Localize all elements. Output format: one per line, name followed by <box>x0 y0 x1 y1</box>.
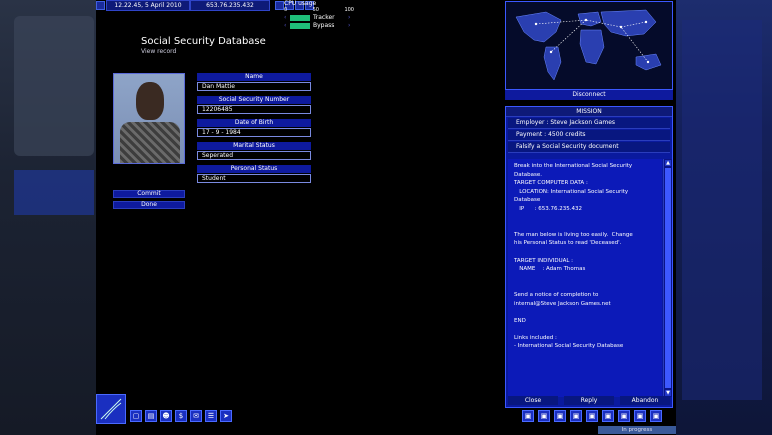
send-icon[interactable]: ➤ <box>220 410 232 422</box>
backdrop-shape <box>14 16 94 156</box>
hardware-icon[interactable]: ▢ <box>130 410 142 422</box>
message-icon[interactable]: ▣ <box>586 410 598 422</box>
mission-scrollbar[interactable]: ▲ ▼ <box>663 159 672 397</box>
scroll-up-icon[interactable]: ▲ <box>665 160 671 166</box>
message-icon[interactable]: ▣ <box>522 410 534 422</box>
message-icon[interactable]: ▣ <box>538 410 550 422</box>
field-label-name: Name <box>197 73 311 81</box>
task-load-bar <box>290 14 310 21</box>
field-value-marital[interactable]: Seperated <box>197 151 311 160</box>
software-menu-icon[interactable] <box>96 394 126 424</box>
chevron-right-icon[interactable]: › <box>348 22 354 29</box>
cpu-scale-mid: 50 <box>312 7 319 13</box>
commit-button[interactable]: Commit <box>113 190 185 198</box>
email-icon[interactable]: ✉ <box>190 410 202 422</box>
person-photo <box>113 73 185 164</box>
page-subtitle: View record <box>141 48 177 55</box>
close-button[interactable]: Close <box>508 396 558 405</box>
backdrop-shape <box>14 170 94 215</box>
world-map[interactable] <box>505 1 673 90</box>
right-backdrop <box>676 0 772 435</box>
mission-employer: Employer : Steve Jackson Games <box>508 118 670 129</box>
cpu-scale-max: 100 <box>344 7 354 13</box>
ip-display: 653.76.235.432 <box>190 0 270 11</box>
mission-panel: MISSION Employer : Steve Jackson Games P… <box>505 106 673 408</box>
missions-icon[interactable]: ☰ <box>205 410 217 422</box>
mission-header: MISSION <box>506 107 672 117</box>
cpu-usage-panel: CPU usage 0 50 100 ‹ Tracker › ‹ Bypass … <box>284 0 354 29</box>
task-label: Bypass <box>313 22 335 29</box>
status-icon[interactable]: ☻ <box>160 410 172 422</box>
bottom-right-toolbar: ▣ ▣ ▣ ▣ ▣ ▣ ▣ ▣ ▣ <box>522 410 662 422</box>
field-value-ssn[interactable]: 12206485 <box>197 105 311 114</box>
cpu-usage-label: CPU usage <box>284 0 317 7</box>
mission-task: Falsify a Social Security document <box>508 142 670 153</box>
menu-icon[interactable] <box>96 0 105 10</box>
mission-actions: Close Reply Abandon <box>508 396 670 405</box>
chevron-right-icon[interactable]: › <box>348 14 354 21</box>
message-icon[interactable]: ▣ <box>634 410 646 422</box>
progress-status: In progress <box>598 426 676 434</box>
task-row-bypass[interactable]: ‹ Bypass › <box>284 22 354 29</box>
datetime-display: 12.22.45, 5 April 2010 <box>106 0 190 11</box>
message-icon[interactable]: ▣ <box>570 410 582 422</box>
field-value-name[interactable]: Dan Mattie <box>197 82 311 91</box>
backdrop-shape <box>682 20 762 400</box>
field-label-marital: Marital Status <box>197 142 311 150</box>
top-bar: 12.22.45, 5 April 2010 653.76.235.432 <box>96 0 315 11</box>
mission-payment: Payment : 4500 credits <box>508 130 670 141</box>
left-backdrop <box>0 0 96 435</box>
cpu-scale: 0 50 100 <box>284 7 354 13</box>
mission-body: Break into the International Social Secu… <box>508 159 662 397</box>
finance-icon[interactable]: $ <box>175 410 187 422</box>
disconnect-button[interactable]: Disconnect <box>505 90 673 100</box>
task-load-bar <box>290 22 310 29</box>
scroll-thumb[interactable] <box>665 168 671 388</box>
message-icon[interactable]: ▣ <box>554 410 566 422</box>
memory-icon[interactable]: ▤ <box>145 410 157 422</box>
photo-body <box>120 122 180 163</box>
page-title: Social Security Database <box>141 36 266 47</box>
task-label: Tracker <box>313 14 335 21</box>
bottom-left-toolbar: ▢ ▤ ☻ $ ✉ ☰ ➤ <box>130 410 235 422</box>
speed-pause-icon[interactable] <box>275 0 284 10</box>
world-map-graphic <box>515 9 662 81</box>
message-icon[interactable]: ▣ <box>602 410 614 422</box>
cpu-scale-min: 0 <box>284 7 288 13</box>
field-label-ssn: Social Security Number <box>197 96 311 104</box>
message-icon[interactable]: ▣ <box>650 410 662 422</box>
reply-button[interactable]: Reply <box>564 396 614 405</box>
field-value-dob[interactable]: 17 - 9 - 1984 <box>197 128 311 137</box>
abandon-button[interactable]: Abandon <box>620 396 670 405</box>
done-button[interactable]: Done <box>113 201 185 209</box>
message-icon[interactable]: ▣ <box>618 410 630 422</box>
field-value-personal-status[interactable]: Student <box>197 174 311 183</box>
photo-head <box>136 82 164 120</box>
field-label-dob: Date of Birth <box>197 119 311 127</box>
field-label-personal-status: Personal Status <box>197 165 311 173</box>
task-row-tracker[interactable]: ‹ Tracker › <box>284 14 354 21</box>
